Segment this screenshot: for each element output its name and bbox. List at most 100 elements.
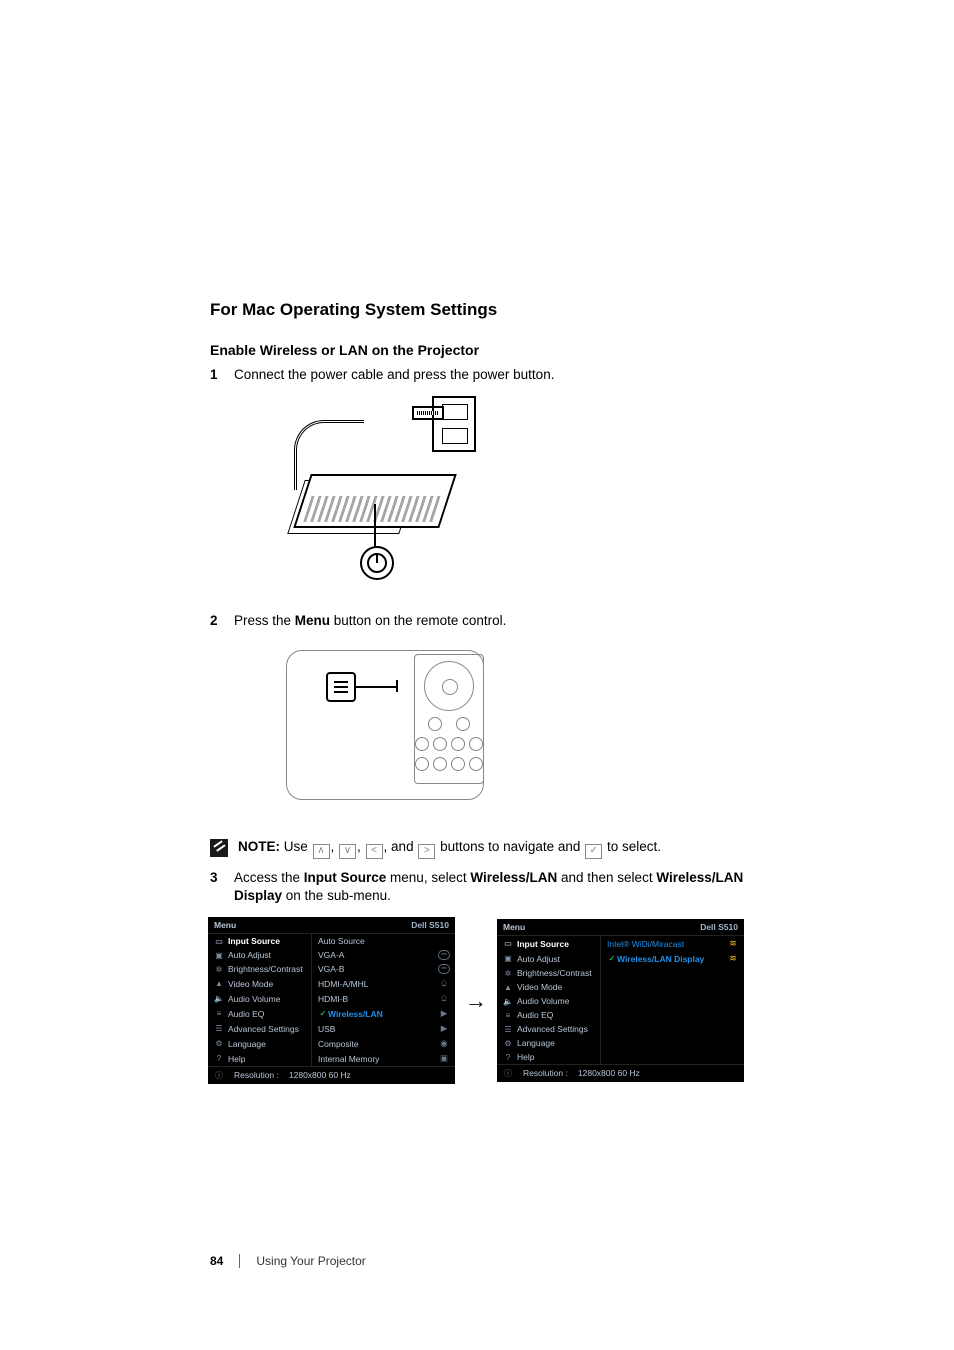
osd-left-item: ▲Video Mode [497,980,601,994]
osd-menu-input-source: Menu Dell S510 ▭Input SourceAuto Source▣… [208,917,455,1084]
status-value: 1280x800 60 Hz [578,1068,640,1079]
osd-submenu-icon [722,1008,744,1022]
t: , [357,839,365,854]
osd-source-item: Composite [312,1036,433,1051]
osd-source-icon: ⎓ [433,948,455,962]
osd-statusbar: ⓘ Resolution : 1280x800 60 Hz [208,1066,455,1084]
status-label: Resolution : [234,1070,279,1081]
osd-source-icon: ⎐ [433,991,455,1006]
osd-source-icon: ▶ [433,1021,455,1036]
osd-grid: ▭Input SourceAuto Source▣Auto AdjustVGA-… [208,934,455,1066]
button-row [415,757,483,771]
wall-socket [432,396,476,452]
osd-title: Menu [214,920,236,930]
osd-left-item: ⚙Language [208,1036,312,1051]
osd-title: Menu [503,922,525,932]
osd-submenu-item [601,966,722,980]
steps-list: 1 Connect the power cable and press the … [210,366,744,828]
osd-left-item: ≡Audio EQ [208,1006,312,1021]
outlet-2 [442,428,468,444]
section-heading: For Mac Operating System Settings [210,300,744,320]
osd-source-icon: ▣ [433,1051,455,1066]
t: and then select [557,870,656,885]
osd-source-icon: ⎐ [433,976,455,991]
leader-line [396,680,398,692]
osd-left-item: ▭Input Source [208,934,312,948]
osd-source-item: USB [312,1021,433,1036]
t: , [331,839,339,854]
osd-model: Dell S510 [700,922,738,932]
osd-submenu-icon [722,980,744,994]
step-2: 2 Press the Menu button on the remote co… [210,612,744,828]
step-3: 3 Access the Input Source menu, select W… [210,869,744,905]
step-body: Press the Menu button on the remote cont… [234,612,744,828]
osd-source-item: HDMI-A/MHL [312,976,433,991]
osd-source-item: VGA-A [312,948,433,962]
osd-source-icon: ◉ [433,1036,455,1051]
osd-submenu-item [601,1050,722,1064]
step-1: 1 Connect the power cable and press the … [210,366,744,602]
footer-separator [239,1254,240,1268]
osd-left-item: ≡Audio EQ [497,1008,601,1022]
menu-button-icon [326,672,356,702]
osd-submenu-item [601,980,722,994]
osd-submenu-icon [722,1050,744,1064]
step-number: 2 [210,612,224,828]
osd-left-item: ▣Auto Adjust [208,948,312,962]
power-plug [412,406,444,420]
osd-screenshots: Menu Dell S510 ▭Input SourceAuto Source▣… [208,917,744,1084]
page-footer: 84 Using Your Projector [210,1254,366,1268]
osd-submenu-item [601,1008,722,1022]
osd-left-item: ?Help [497,1050,601,1064]
chapter-title: Using Your Projector [256,1254,365,1268]
right-key-icon: > [418,844,435,859]
note-label: NOTE: [238,839,280,854]
osd-submenu-icon [722,966,744,980]
osd-left-item: ⚙Language [497,1036,601,1050]
down-key-icon: ∨ [339,844,356,859]
sub-heading: Enable Wireless or LAN on the Projector [210,342,744,358]
osd-left-item: ▭Input Source [497,936,601,951]
leader-line [356,686,396,688]
osd-left-item: ?Help [208,1051,312,1066]
t: on the sub-menu. [282,888,391,903]
osd-submenu-item [601,1036,722,1050]
osd-left-item: ☰Advanced Settings [208,1021,312,1036]
info-icon: ⓘ [214,1070,224,1081]
up-key-icon: ∧ [313,844,330,859]
small-buttons [428,717,470,731]
text: button on the remote control. [330,613,506,628]
osd-left-item: ▲Video Mode [208,976,312,991]
left-key-icon: < [366,844,383,859]
ok-key-icon: ✓ [585,844,602,859]
t: to select. [603,839,661,854]
osd-titlebar: Menu Dell S510 [497,919,744,936]
note: NOTE: Use ∧, ∨, <, and > buttons to navi… [210,838,744,859]
step-number: 1 [210,366,224,602]
status-label: Resolution : [523,1068,568,1079]
osd-left-item: 🔈Audio Volume [497,994,601,1008]
figure-remote [282,642,744,812]
osd-source-icon: ⎓ [433,962,455,976]
osd-grid: ▭Input SourceIntel® WiDi/Miracast≋ ▣Auto … [497,936,744,1064]
steps-list-cont: 3 Access the Input Source menu, select W… [210,869,744,905]
button-row [415,737,483,751]
osd-submenu-icon [722,1036,744,1050]
osd-submenu-icon [722,994,744,1008]
osd-source-item: VGA-B [312,962,433,976]
t: Access the [234,870,304,885]
osd-submenu-item [601,1022,722,1036]
dpad-icon [424,661,474,711]
osd-submenu-item [601,994,722,1008]
osd-submenu-item: Intel® WiDi/Miracast [601,936,722,951]
osd-source-icon [433,934,455,948]
osd-left-item: ✲Brightness/Contrast [497,966,601,980]
osd-left-item: ▣Auto Adjust [497,951,601,966]
osd-left-item: ☰Advanced Settings [497,1022,601,1036]
t: , and [384,839,418,854]
status-value: 1280x800 60 Hz [289,1070,351,1081]
osd-source-item: Auto Source [312,934,433,948]
b: Input Source [304,870,387,885]
osd-submenu-icon: ≋ [722,951,744,966]
osd-titlebar: Menu Dell S510 [208,917,455,934]
